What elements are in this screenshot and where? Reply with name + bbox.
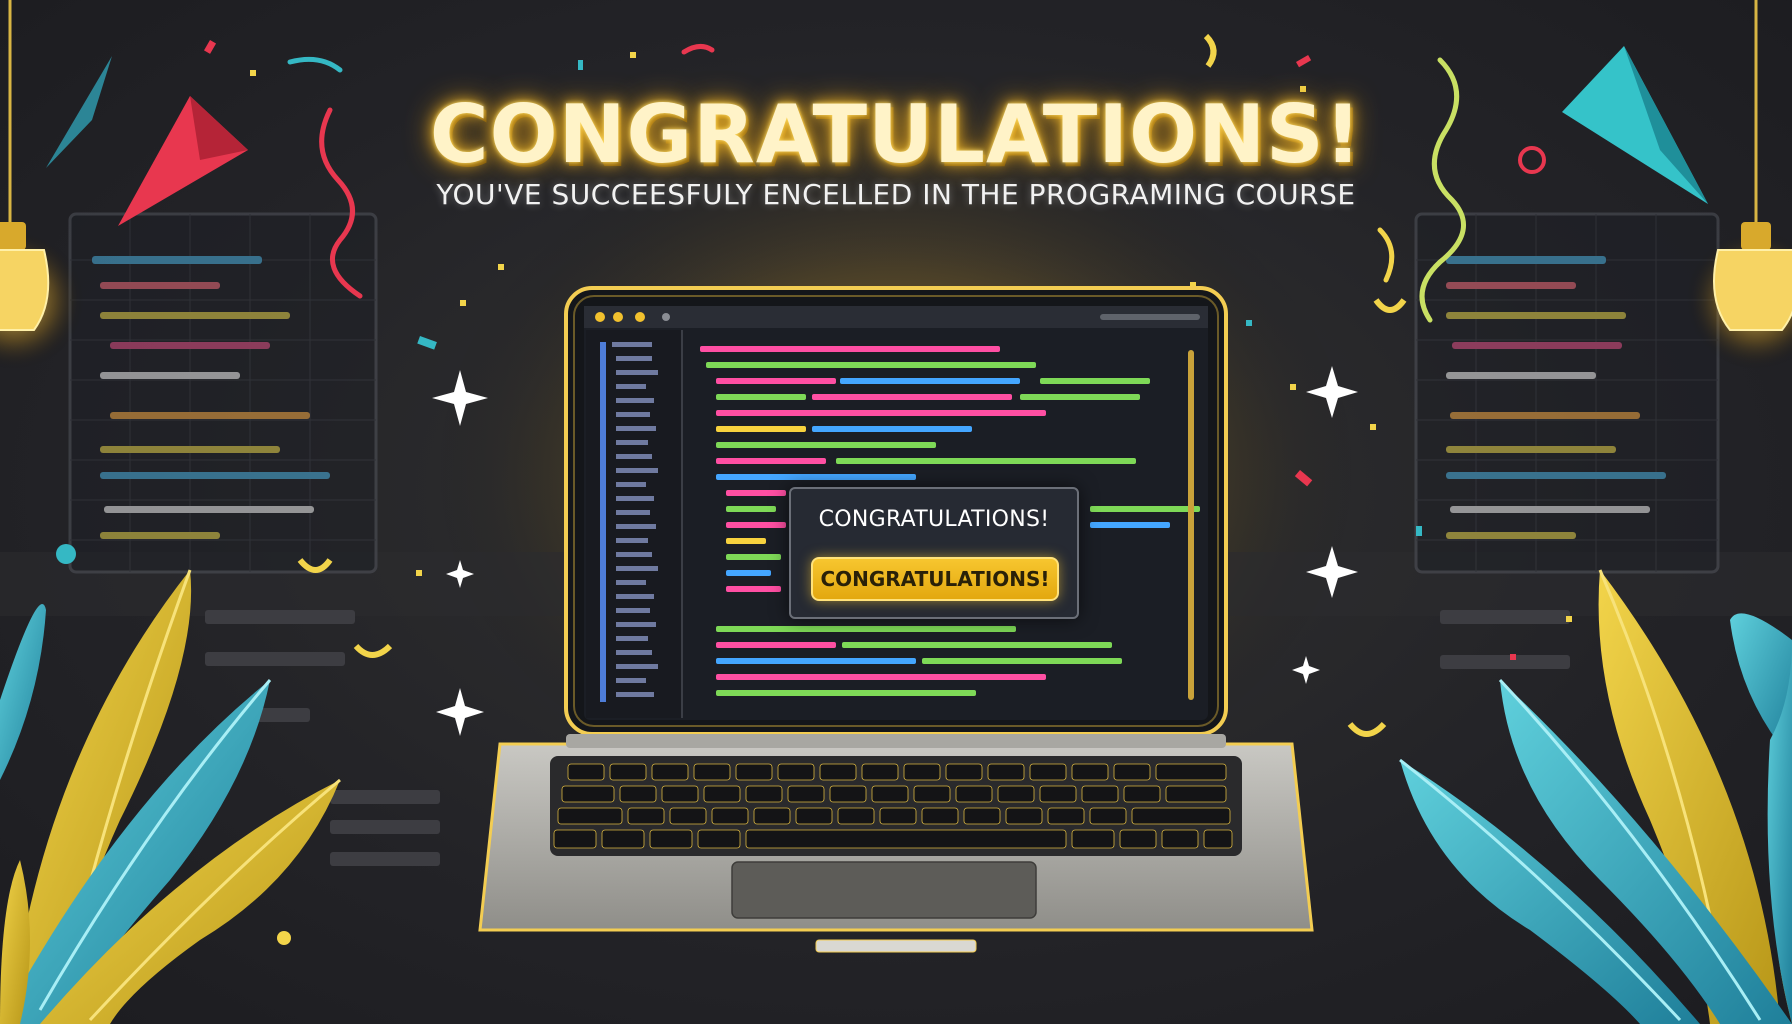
page-subtitle: YOU'VE SUCCEESFULY ENCELLED IN THE PROGR…: [436, 178, 1356, 211]
leaf-icon: [0, 569, 341, 1024]
leaf-icon: [1399, 569, 1792, 1024]
laptop: [478, 286, 1314, 953]
right-code-panel: [1414, 212, 1720, 574]
left-code-panel: [68, 212, 378, 574]
dialog-confirm-button[interactable]: CONGRATULATIONS!: [811, 557, 1059, 601]
congratulations-dialog: CONGRATULATIONS! CONGRATULATIONS!: [789, 487, 1079, 619]
editor-scrollbar[interactable]: [1188, 350, 1194, 700]
laptop-trackpad[interactable]: [731, 861, 1037, 919]
dialog-title: CONGRATULATIONS!: [818, 507, 1050, 532]
page-title: CONGRATULATIONS!: [429, 88, 1363, 181]
